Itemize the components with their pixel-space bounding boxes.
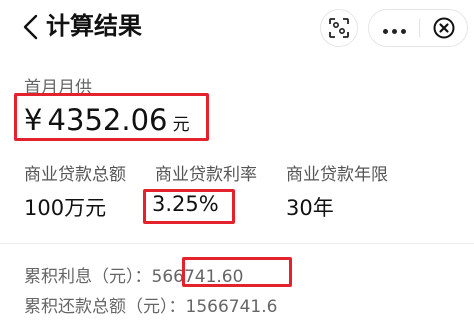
- total-interest-label: 累积利息（元）：: [24, 267, 152, 287]
- more-icon: [381, 19, 408, 38]
- scan-icon: [329, 18, 349, 38]
- mini-program-capsule: [368, 9, 468, 47]
- highlight-box-interest: [182, 257, 292, 287]
- scan-button[interactable]: [320, 9, 358, 47]
- page-title: 计算结果: [46, 12, 142, 40]
- loan-rate-label: 商业贷款利率: [155, 165, 257, 185]
- total-repayment-value: 1566741.6: [185, 297, 278, 317]
- loan-amount-value: 100万元: [24, 196, 107, 220]
- total-repayment-row: 累积还款总额（元）：1566741.6: [24, 292, 277, 317]
- more-button[interactable]: [369, 10, 419, 46]
- navigation-bar: 计算结果: [0, 0, 474, 56]
- loan-amount-label: 商业贷款总额: [24, 165, 126, 185]
- calculation-result-page: 计算结果 首月月供 ¥ 4352.06 元 商业贷款总额 商业贷款利率 商业贷款…: [0, 0, 474, 332]
- section-divider: [0, 243, 474, 244]
- total-repayment-label: 累积还款总额（元）：: [24, 297, 186, 317]
- close-icon: [433, 17, 455, 39]
- loan-term-value: 30年: [286, 196, 334, 220]
- loan-term-label: 商业贷款年限: [286, 165, 388, 185]
- highlight-box-rate: [143, 189, 235, 224]
- close-button[interactable]: [420, 10, 468, 46]
- back-icon[interactable]: [20, 12, 42, 42]
- highlight-box-payment: [14, 93, 209, 141]
